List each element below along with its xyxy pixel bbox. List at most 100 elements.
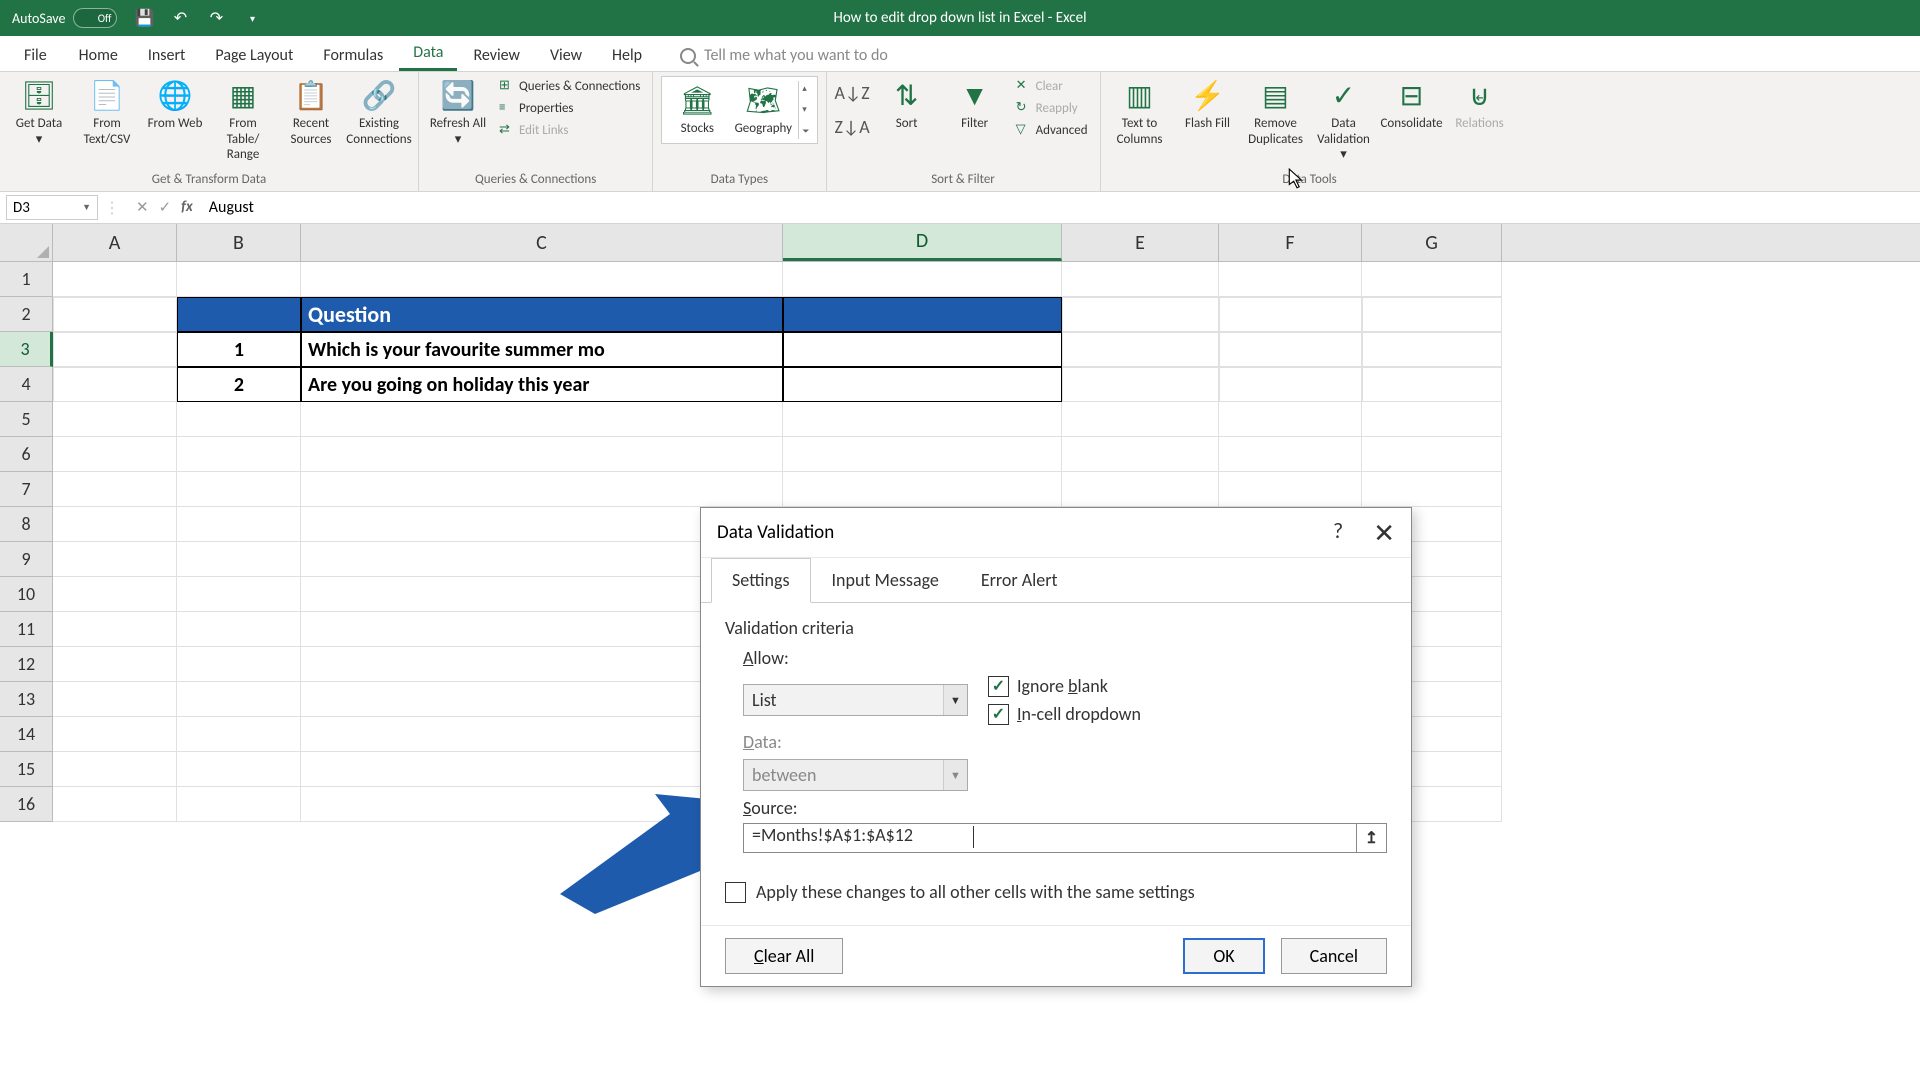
dialog-titlebar[interactable]: Data Validation ? ✕ — [701, 508, 1411, 558]
cell[interactable] — [1219, 297, 1362, 332]
cell[interactable] — [1219, 367, 1362, 402]
clear-filter-button[interactable]: ✕Clear — [1012, 76, 1092, 96]
cell[interactable] — [53, 612, 177, 647]
cell[interactable] — [1062, 367, 1219, 402]
tab-view[interactable]: View — [536, 40, 596, 71]
chevron-down-icon[interactable]: ▼ — [82, 202, 91, 213]
cell[interactable]: Which is your favourite summer mo — [301, 332, 783, 367]
cell[interactable] — [53, 262, 177, 297]
reapply-button[interactable]: ↻Reapply — [1012, 98, 1092, 118]
source-input[interactable]: =Months!$A$1:$A$12 — [743, 823, 1357, 853]
cell[interactable] — [1219, 262, 1362, 297]
cell[interactable] — [1219, 472, 1362, 507]
cell[interactable] — [1362, 472, 1502, 507]
incell-dropdown-checkbox[interactable]: ✓ In-cell dropdown — [988, 703, 1141, 725]
from-web-button[interactable]: 🌐From Web — [144, 76, 206, 134]
cell[interactable] — [301, 472, 783, 507]
tab-input-message[interactable]: Input Message — [811, 558, 960, 602]
row-header[interactable]: 6 — [0, 437, 53, 472]
tab-file[interactable]: File — [10, 40, 61, 71]
cell[interactable] — [177, 542, 301, 577]
tab-formulas[interactable]: Formulas — [309, 40, 397, 71]
cell[interactable] — [1219, 437, 1362, 472]
row-header[interactable]: 13 — [0, 682, 53, 717]
cell[interactable] — [1062, 402, 1219, 437]
cancel-button[interactable]: Cancel — [1281, 938, 1387, 974]
remove-duplicates-button[interactable]: ▤Remove Duplicates — [1245, 76, 1307, 149]
row-header[interactable]: 7 — [0, 472, 53, 507]
clear-all-button[interactable]: Clear All — [725, 938, 843, 974]
cell[interactable] — [177, 647, 301, 682]
from-table-button[interactable]: ▦From Table/ Range — [212, 76, 274, 165]
cell[interactable] — [783, 472, 1062, 507]
cell[interactable] — [177, 577, 301, 612]
cell[interactable] — [53, 682, 177, 717]
existing-connections-button[interactable]: 🔗Existing Connections — [348, 76, 410, 149]
cell[interactable] — [53, 542, 177, 577]
cell[interactable] — [783, 332, 1062, 367]
cell[interactable] — [53, 717, 177, 752]
fx-icon[interactable]: fx — [181, 198, 193, 217]
row-header[interactable]: 3 — [0, 332, 53, 367]
get-data-button[interactable]: 🗄Get Data▾ — [8, 76, 70, 149]
row-header[interactable]: 5 — [0, 402, 53, 437]
cell[interactable] — [53, 647, 177, 682]
row-header[interactable]: 1 — [0, 262, 53, 297]
row-header[interactable]: 14 — [0, 717, 53, 752]
cell[interactable] — [783, 367, 1062, 402]
tab-review[interactable]: Review — [459, 40, 534, 71]
cancel-icon[interactable]: ✕ — [136, 198, 149, 217]
cell[interactable] — [53, 752, 177, 787]
cell[interactable] — [783, 262, 1062, 297]
cell[interactable] — [1219, 402, 1362, 437]
col-header-e[interactable]: E — [1062, 224, 1219, 261]
tab-error-alert[interactable]: Error Alert — [960, 558, 1079, 602]
row-header[interactable]: 15 — [0, 752, 53, 787]
cell[interactable] — [783, 437, 1062, 472]
cell[interactable] — [177, 297, 301, 332]
relations-button[interactable]: ⊌Relations — [1449, 76, 1511, 134]
cell[interactable] — [301, 262, 783, 297]
close-icon[interactable]: ✕ — [1373, 517, 1395, 549]
col-header-d[interactable]: D — [783, 224, 1062, 261]
cell[interactable] — [53, 367, 177, 402]
allow-select[interactable]: List ▼ — [743, 684, 968, 716]
help-icon[interactable]: ? — [1333, 517, 1343, 549]
col-header-g[interactable]: G — [1362, 224, 1502, 261]
cell[interactable] — [1062, 472, 1219, 507]
cell[interactable] — [177, 752, 301, 787]
tab-help[interactable]: Help — [598, 40, 656, 71]
formula-input[interactable] — [199, 196, 1914, 219]
properties-button[interactable]: ≡Properties — [495, 98, 644, 118]
data-types-gallery[interactable]: 🏛Stocks 🗺Geography ▴ ▾ ⏷ — [661, 76, 817, 144]
col-header-b[interactable]: B — [177, 224, 301, 261]
sort-asc-icon[interactable]: A↓Z — [835, 82, 870, 104]
scroll-down-icon[interactable]: ▾ — [802, 104, 809, 115]
cell[interactable] — [1362, 437, 1502, 472]
sort-button[interactable]: ⇅Sort — [876, 76, 938, 134]
cell[interactable]: Are you going on holiday this year — [301, 367, 783, 402]
cell[interactable] — [53, 472, 177, 507]
row-header[interactable]: 4 — [0, 367, 53, 402]
name-box[interactable]: D3 ▼ — [6, 195, 98, 220]
cell[interactable] — [1062, 262, 1219, 297]
select-all-corner[interactable] — [0, 224, 53, 261]
sort-desc-icon[interactable]: Z↓A — [835, 116, 870, 138]
row-header[interactable]: 8 — [0, 507, 53, 542]
tab-home[interactable]: Home — [65, 40, 132, 71]
col-header-a[interactable]: A — [53, 224, 177, 261]
cell[interactable] — [53, 297, 177, 332]
tab-data[interactable]: Data — [399, 37, 457, 71]
recent-sources-button[interactable]: 📋Recent Sources — [280, 76, 342, 149]
tab-insert[interactable]: Insert — [134, 40, 200, 71]
ok-button[interactable]: OK — [1183, 938, 1264, 974]
autosave-toggle[interactable]: Off — [73, 8, 117, 28]
cell[interactable] — [783, 297, 1062, 332]
cell[interactable] — [177, 787, 301, 822]
cell[interactable] — [53, 787, 177, 822]
tab-page-layout[interactable]: Page Layout — [201, 40, 307, 71]
row-header[interactable]: 16 — [0, 787, 53, 822]
cell[interactable] — [301, 402, 783, 437]
from-textcsv-button[interactable]: 📄From Text/CSV — [76, 76, 138, 149]
cell[interactable] — [177, 717, 301, 752]
